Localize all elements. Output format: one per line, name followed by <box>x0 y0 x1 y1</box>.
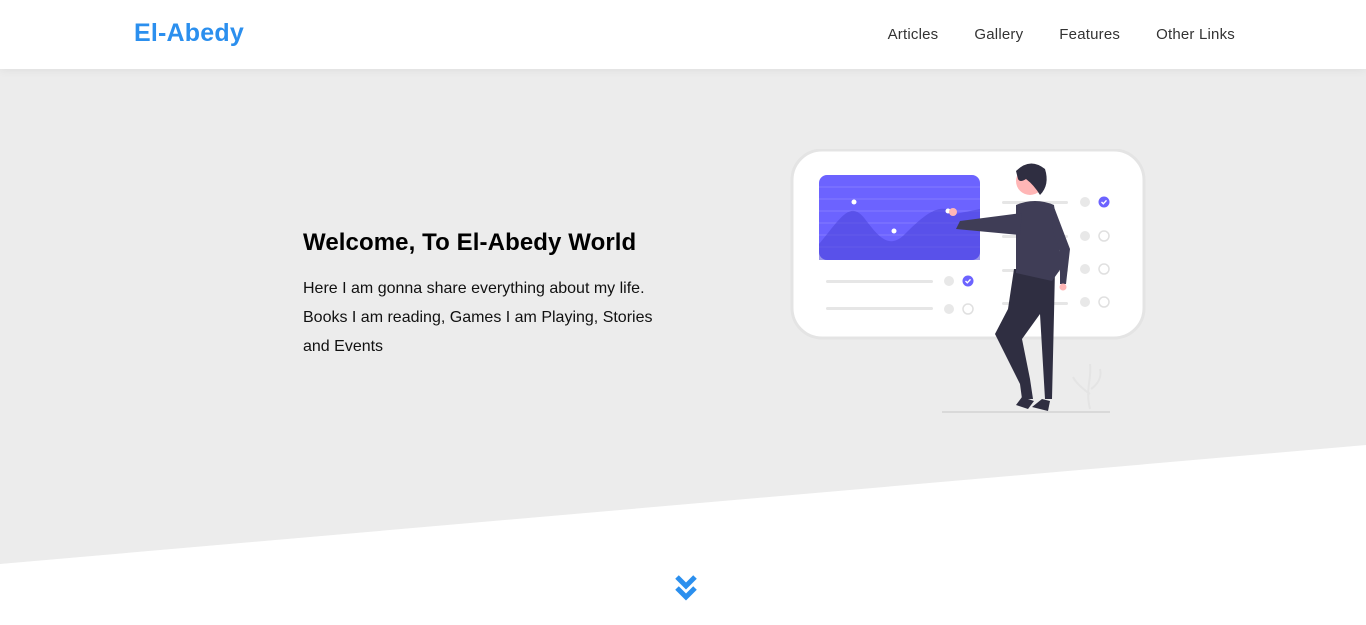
main-nav: Articles Gallery Features Other Links <box>852 0 1235 69</box>
logo[interactable]: El-Abedy <box>134 19 244 48</box>
nav-link-other-links[interactable]: Other Links <box>1156 26 1235 43</box>
landing-section: Welcome, To El-Abedy World Here I am gon… <box>0 69 1366 564</box>
nav-link-gallery[interactable]: Gallery <box>974 26 1023 43</box>
intro-text: Welcome, To El-Abedy World Here I am gon… <box>303 229 683 361</box>
landing-description: Here I am gonna share everything about m… <box>303 280 653 355</box>
double-chevron-down-icon[interactable] <box>674 574 698 602</box>
site-header: El-Abedy Articles Gallery Features Other… <box>0 0 1366 69</box>
landing-title: Welcome, To El-Abedy World <box>303 229 637 256</box>
nav-link-features[interactable]: Features <box>1059 26 1120 43</box>
person-presenting-dashboard-illustration <box>790 149 1146 413</box>
nav-link-articles[interactable]: Articles <box>888 26 939 43</box>
